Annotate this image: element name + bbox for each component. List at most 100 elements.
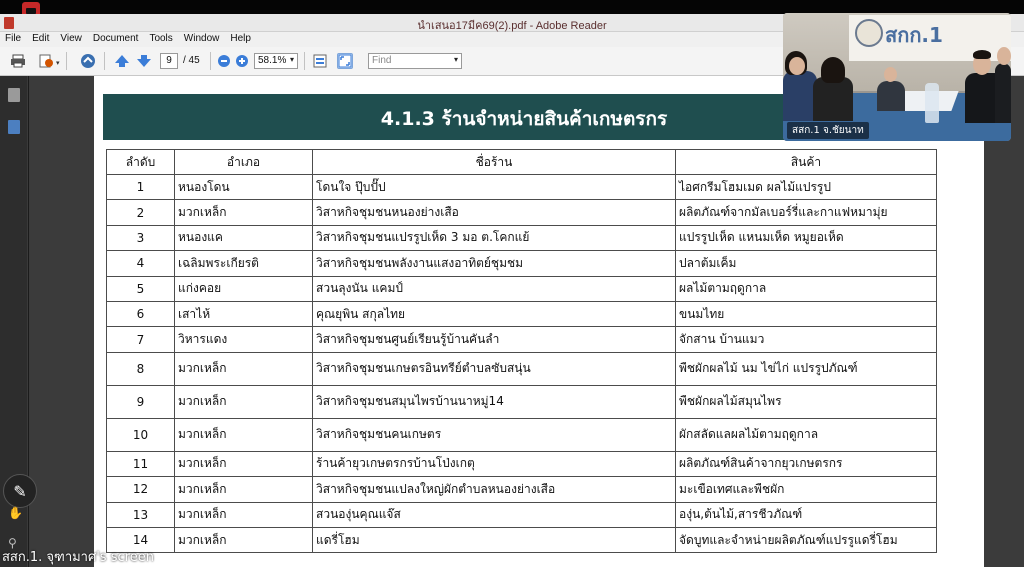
menu-file[interactable]: File (0, 32, 27, 47)
row-shop: สวนองุ่นคุณแจ๊ส (312, 501, 676, 528)
zoom-in-icon[interactable] (234, 53, 250, 69)
participant-person (877, 81, 905, 111)
menu-help[interactable]: Help (225, 32, 257, 47)
pen-icon[interactable]: ✎ (3, 474, 37, 508)
participant-head (997, 47, 1011, 65)
row-product: ผักสลัดแลผลไม้ตามฤดูกาล (675, 417, 937, 452)
column-header-shop: ชื่อร้าน (312, 149, 676, 175)
participant-person (813, 77, 853, 121)
row-no: 13 (106, 501, 175, 528)
row-product: จัดบูทและจำหน่ายผลิตภัณฑ์แปรรูแดรี่โฮม (675, 526, 937, 554)
menu-window[interactable]: Window (179, 32, 226, 47)
row-no: 1 (106, 173, 175, 201)
reaction-icon[interactable]: ✋ (8, 506, 23, 520)
row-district: มวกเหล็ก (174, 351, 313, 386)
menu-view[interactable]: View (55, 32, 88, 47)
fit-page-icon[interactable] (337, 53, 353, 69)
row-district: มวกเหล็ก (174, 476, 313, 503)
row-shop: โดนใจ ปุ๊บปั๊ป (312, 173, 676, 201)
table-row: 6 เสาไห้ คุณยุพิน สกุลไทย ขนมไทย (106, 300, 937, 328)
page-total: / 45 (183, 55, 200, 66)
table-row: 4 เฉลิมพระเกียรติ วิสาหกิจชุมชนพลังงานแสงอ… (106, 250, 937, 277)
document-area[interactable]: 4.1.3 ร้านจำหน่ายสินค้าเกษตรกร ลำดับ อำเ… (29, 76, 1024, 567)
row-product: จักสาน บ้านแมว (675, 326, 937, 353)
participant-head (789, 57, 805, 75)
row-district: มวกเหล็ก (174, 501, 313, 528)
row-district: มวกเหล็ก (174, 450, 313, 478)
row-product: ขนมไทย (675, 300, 937, 328)
next-page-icon[interactable] (136, 53, 152, 69)
print-icon[interactable] (10, 53, 26, 69)
row-shop: วิสาหกิจชุมชนพลังงานแสงอาทิตย์ชุมชม (312, 250, 676, 277)
find-placeholder: Find (372, 55, 392, 66)
row-product: ผลิตภัณฑ์จากมัลเบอร์รี่และกาแฟหมามุ่ย (675, 199, 937, 226)
row-no: 5 (106, 275, 175, 302)
video-org-text: สกก.1 (885, 23, 943, 47)
row-product: ผลไม้ตามฤดูกาล (675, 275, 937, 302)
zoom-out-icon[interactable] (216, 53, 232, 69)
row-district: มวกเหล็ก (174, 199, 313, 226)
row-product: ปลาต้มเค็ม (675, 250, 937, 277)
row-district: หนองแค (174, 224, 313, 252)
row-shop: สวนลุงนัน แคมป์ (312, 275, 676, 302)
row-no: 4 (106, 250, 175, 277)
row-no: 9 (106, 384, 175, 419)
row-shop: คุณยุพิน สกุลไทย (312, 300, 676, 328)
row-district: เสาไห้ (174, 300, 313, 328)
participant-hair (973, 50, 991, 59)
table-row: 14 มวกเหล็ก แดรี่โฮม จัดบูทและจำหน่ายผลิตภั… (106, 526, 937, 554)
table-row: 8 มวกเหล็ก วิสาหกิจชุมชนเกษตรอินทรีย์ตำบลซ… (106, 351, 937, 386)
find-input[interactable]: Find ▾ (368, 53, 462, 69)
toolbar-separator (66, 52, 67, 70)
table-row: 3 หนองแค วิสาหกิจชุมชนแปรรูปเห็ด 3 มอ ต.โค… (106, 224, 937, 252)
row-district: มวกเหล็ก (174, 384, 313, 419)
pages-icon[interactable] (8, 88, 20, 102)
zoom-value: 58.1% (258, 55, 287, 66)
export-dropdown-icon[interactable]: ▾ (56, 59, 60, 75)
menu-document[interactable]: Document (88, 32, 145, 47)
table-row: 10 มวกเหล็ก วิสาหกิจชุมชนคนเกษตร ผักสลัดแลผ… (106, 417, 937, 452)
row-no: 12 (106, 476, 175, 503)
meeting-top-bar (0, 0, 1024, 20)
row-no: 11 (106, 450, 175, 478)
video-participant-label: สสก.1 จ.ชัยนาท (787, 122, 869, 139)
export-icon[interactable] (38, 53, 54, 69)
row-no: 8 (106, 351, 175, 386)
share-icon[interactable] (80, 53, 96, 69)
presenter-label: สสก.1. จุฑามาศ's screen (2, 550, 154, 565)
table-row: 5 แก่งคอย สวนลุงนัน แคมป์ ผลไม้ตามฤดูกาล (106, 275, 937, 302)
row-product: พืชผักผลไม้ นม ไข่ไก่ แปรรูปภัณฑ์ (675, 351, 937, 386)
column-header-district: อำเภอ (174, 149, 313, 175)
participant-person (995, 63, 1011, 123)
row-no: 3 (106, 224, 175, 252)
toolbar-separator (210, 52, 211, 70)
table-row: 11 มวกเหล็ก ร้านค้ายุวเกษตรกรบ้านโป่งเกตุผ… (106, 450, 937, 478)
row-no: 10 (106, 417, 175, 452)
row-district: แก่งคอย (174, 275, 313, 302)
bookmark-icon[interactable] (8, 120, 20, 134)
menu-edit[interactable]: Edit (27, 32, 55, 47)
row-product: องุ่น,ต้นไม้,สารชีวภัณฑ์ (675, 501, 937, 528)
toolbar-separator (304, 52, 305, 70)
row-product: พืชผักผลไม้สมุนไพร (675, 384, 937, 419)
row-shop: ร้านค้ายุวเกษตรกรบ้านโป่งเกตุ (312, 450, 676, 478)
row-shop: วิสาหกิจชุมชนแปรรูปเห็ด 3 มอ ต.โคกแย้ (312, 224, 676, 252)
row-shop: วิสาหกิจชุมชนสมุนไพรบ้านนาหมู่14 (312, 384, 676, 419)
row-shop: วิสาหกิจชุมชนเกษตรอินทรีย์ตำบลซับสนุ่น (312, 351, 676, 386)
zoom-select[interactable]: 58.1% ▾ (254, 53, 298, 69)
page-number-input[interactable]: 9 (160, 53, 178, 69)
menu-tools[interactable]: Tools (144, 32, 178, 47)
row-product: มะเขือเทศและพืชผัก (675, 476, 937, 503)
prev-page-icon[interactable] (114, 53, 130, 69)
chevron-down-icon: ▾ (453, 55, 458, 64)
fit-width-icon[interactable] (312, 53, 328, 69)
participant-hair (821, 57, 845, 83)
row-district: มวกเหล็ก (174, 526, 313, 554)
participant-video[interactable]: สกก.1 สสก.1 จ.ชัยนาท (783, 13, 1011, 141)
table-header-row: ลำดับ อำเภอ ชื่อร้าน สินค้า (106, 149, 937, 175)
row-shop: วิสาหกิจชุมชนหนองย่างเสือ (312, 199, 676, 226)
row-shop: วิสาหกิจชุมชนแปลงใหญ่ผักตำบลหนองย่างเสือ (312, 476, 676, 503)
participant-head (884, 67, 897, 82)
org-logo-icon (855, 19, 883, 47)
table-row: 7 วิหารแดง วิสาหกิจชุมชนศูนย์เรียนรู้บ้านค… (106, 326, 937, 353)
